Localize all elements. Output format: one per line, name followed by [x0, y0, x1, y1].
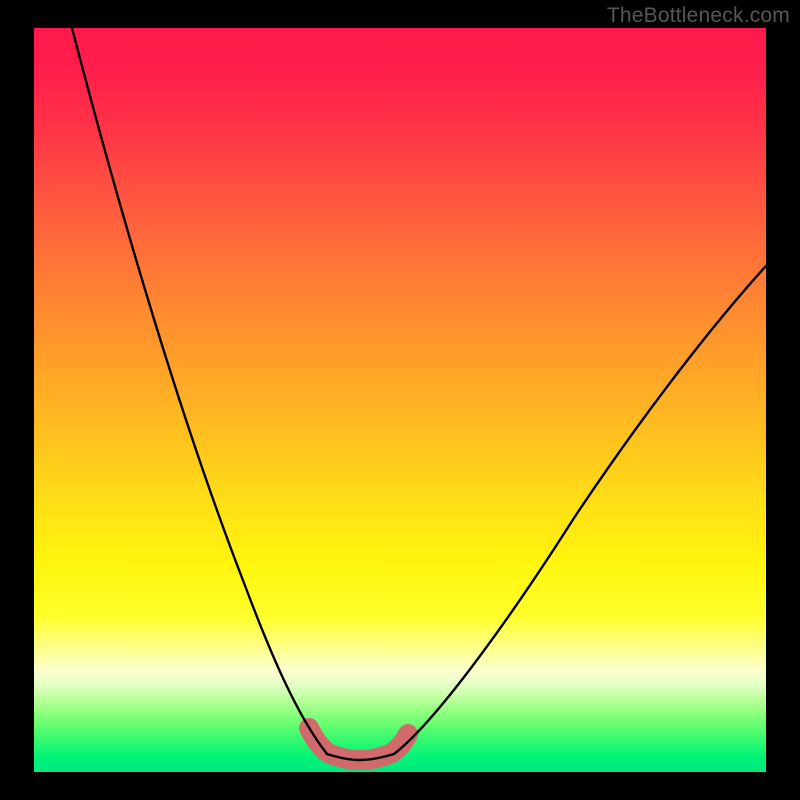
plot-area [34, 28, 766, 772]
right-branch [394, 266, 766, 754]
chart-stage: TheBottleneck.com [0, 0, 800, 800]
curve-layer [34, 28, 766, 772]
left-branch [72, 28, 327, 754]
watermark-label: TheBottleneck.com [607, 4, 790, 28]
